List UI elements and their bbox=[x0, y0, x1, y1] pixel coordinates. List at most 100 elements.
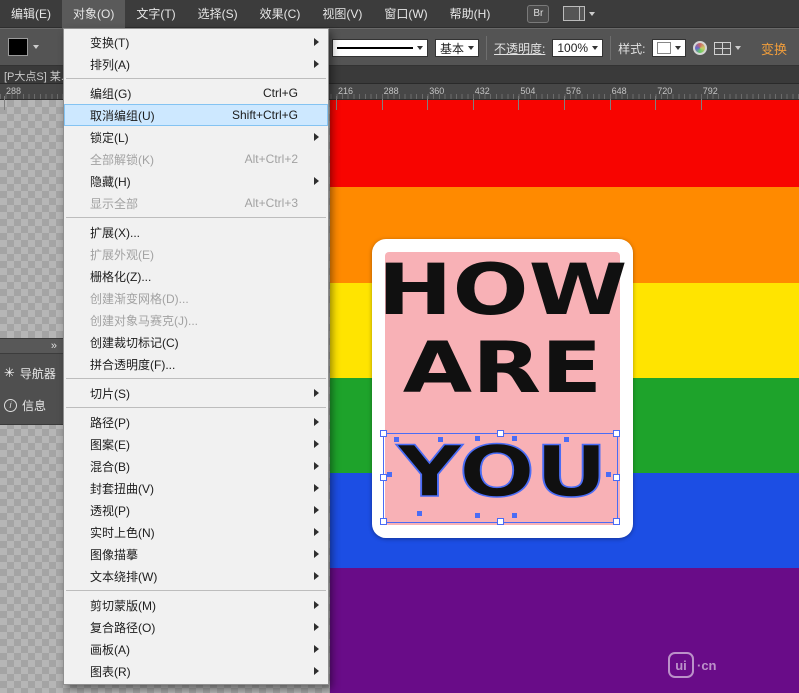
menu-item-30[interactable]: 复合路径(O) bbox=[64, 616, 328, 638]
ruler-tick-label: 576 bbox=[566, 86, 581, 96]
menubar-item-3[interactable]: 选择(S) bbox=[187, 0, 249, 28]
anchor-point[interactable] bbox=[606, 472, 611, 477]
submenu-arrow-icon bbox=[314, 601, 319, 609]
submenu-arrow-icon bbox=[314, 38, 319, 46]
artboard-canvas[interactable]: HOW ARE YOU ui ·cn bbox=[330, 100, 799, 693]
selection-handle[interactable] bbox=[497, 430, 504, 437]
menu-item-label: 混合(B) bbox=[90, 458, 130, 475]
menubar-item-0[interactable]: 编辑(E) bbox=[0, 0, 62, 28]
menu-item-6: 全部解锁(K)Alt+Ctrl+2 bbox=[64, 148, 328, 170]
anchor-point[interactable] bbox=[564, 437, 569, 442]
fill-color-swatch[interactable] bbox=[8, 38, 28, 56]
dock-panel-info[interactable]: i信息 bbox=[0, 392, 63, 418]
workspace-layout-icon bbox=[563, 6, 585, 21]
menu-item-20[interactable]: 路径(P) bbox=[64, 411, 328, 433]
menu-item-13: 创建渐变网格(D)... bbox=[64, 287, 328, 309]
anchor-point[interactable] bbox=[512, 513, 517, 518]
anchor-point[interactable] bbox=[387, 472, 392, 477]
brush-definition-dropdown[interactable]: 基本 bbox=[435, 39, 479, 57]
graphic-style-dropdown[interactable] bbox=[652, 39, 686, 57]
opacity-dropdown[interactable]: 100% bbox=[552, 39, 603, 57]
menu-item-label: 画板(A) bbox=[90, 641, 130, 658]
menubar-item-1[interactable]: 对象(O) bbox=[62, 0, 125, 28]
menu-item-15[interactable]: 创建裁切标记(C) bbox=[64, 331, 328, 353]
ruler-tick-label: 720 bbox=[657, 86, 672, 96]
fill-color-control[interactable] bbox=[8, 38, 39, 56]
menu-item-31[interactable]: 画板(A) bbox=[64, 638, 328, 660]
selection-handle[interactable] bbox=[613, 518, 620, 525]
menu-item-24[interactable]: 透视(P) bbox=[64, 499, 328, 521]
menu-item-7[interactable]: 隐藏(H) bbox=[64, 170, 328, 192]
menu-item-label: 封套扭曲(V) bbox=[90, 480, 154, 497]
anchor-point[interactable] bbox=[394, 437, 399, 442]
selection-handle[interactable] bbox=[380, 430, 387, 437]
bridge-icon[interactable]: Br bbox=[527, 5, 549, 23]
menu-item-5[interactable]: 锁定(L) bbox=[64, 126, 328, 148]
menu-bar: 编辑(E)对象(O)文字(T)选择(S)效果(C)视图(V)窗口(W)帮助(H)… bbox=[0, 0, 799, 28]
menu-item-10[interactable]: 扩展(X)... bbox=[64, 221, 328, 243]
stroke-weight-dropdown[interactable] bbox=[332, 39, 428, 57]
selection-bounding-box[interactable] bbox=[383, 433, 618, 523]
anchor-point[interactable] bbox=[438, 437, 443, 442]
menu-item-label: 取消编组(U) bbox=[90, 107, 155, 124]
submenu-arrow-icon bbox=[314, 623, 319, 631]
ruler-tick-label: 792 bbox=[703, 86, 718, 96]
menubar-item-4[interactable]: 效果(C) bbox=[249, 0, 312, 28]
ruler-tick-label: 216 bbox=[338, 86, 353, 96]
menu-item-4[interactable]: 取消编组(U) Shift+Ctrl+G bbox=[64, 104, 328, 126]
menu-item-label: 创建渐变网格(D)... bbox=[90, 290, 189, 307]
dock-panel-navigator[interactable]: ✳导航器 bbox=[0, 360, 63, 386]
menubar-item-5[interactable]: 视图(V) bbox=[311, 0, 373, 28]
selection-handle[interactable] bbox=[380, 518, 387, 525]
menubar-item-6[interactable]: 窗口(W) bbox=[373, 0, 438, 28]
chevron-down-icon bbox=[468, 46, 474, 50]
menu-item-32[interactable]: 图表(R) bbox=[64, 660, 328, 682]
anchor-point[interactable] bbox=[512, 436, 517, 441]
anchor-point[interactable] bbox=[475, 513, 480, 518]
workspace-switcher[interactable] bbox=[563, 6, 595, 21]
menu-item-29[interactable]: 剪切蒙版(M) bbox=[64, 594, 328, 616]
artwork-text-are[interactable]: ARE bbox=[352, 330, 653, 406]
menu-item-26[interactable]: 图像描摹 bbox=[64, 543, 328, 565]
selection-handle[interactable] bbox=[613, 430, 620, 437]
recolor-artwork-icon[interactable] bbox=[693, 41, 707, 55]
menu-item-label: 排列(A) bbox=[90, 56, 130, 73]
transform-panel-link[interactable]: 变换 bbox=[761, 29, 787, 67]
menu-item-25[interactable]: 实时上色(N) bbox=[64, 521, 328, 543]
submenu-arrow-icon bbox=[314, 484, 319, 492]
anchor-point[interactable] bbox=[475, 436, 480, 441]
opacity-link[interactable]: 不透明度: bbox=[494, 40, 545, 57]
align-options[interactable] bbox=[714, 42, 741, 55]
menu-item-8: 显示全部Alt+Ctrl+3 bbox=[64, 192, 328, 214]
menu-item-21[interactable]: 图案(E) bbox=[64, 433, 328, 455]
menu-item-label: 复合路径(O) bbox=[90, 619, 155, 636]
submenu-arrow-icon bbox=[314, 462, 319, 470]
submenu-arrow-icon bbox=[314, 418, 319, 426]
selection-handle[interactable] bbox=[613, 474, 620, 481]
menu-item-12[interactable]: 栅格化(Z)... bbox=[64, 265, 328, 287]
ruler-tick-label: 648 bbox=[612, 86, 627, 96]
menubar-item-7[interactable]: 帮助(H) bbox=[439, 0, 502, 28]
menu-item-shortcut: Shift+Ctrl+G bbox=[232, 108, 298, 122]
info-icon: i bbox=[4, 399, 17, 412]
menubar-item-2[interactable]: 文字(T) bbox=[125, 0, 186, 28]
menu-item-27[interactable]: 文本绕排(W) bbox=[64, 565, 328, 587]
menu-item-label: 图案(E) bbox=[90, 436, 130, 453]
menu-item-label: 创建对象马赛克(J)... bbox=[90, 312, 198, 329]
menu-item-3[interactable]: 编组(G)Ctrl+G bbox=[64, 82, 328, 104]
style-label: 样式: bbox=[618, 40, 645, 57]
menu-item-18[interactable]: 切片(S) bbox=[64, 382, 328, 404]
menu-item-0[interactable]: 变换(T) bbox=[64, 31, 328, 53]
menu-item-16[interactable]: 拼合透明度(F)... bbox=[64, 353, 328, 375]
illustrator-window: HOW ARE YOU ui ·cn » ✳导航器i信息 编辑(E)对象(O)文… bbox=[0, 0, 799, 693]
document-tab[interactable]: [P大点S] 某... bbox=[4, 68, 70, 84]
menu-item-1[interactable]: 排列(A) bbox=[64, 53, 328, 75]
anchor-point[interactable] bbox=[417, 511, 422, 516]
selection-handle[interactable] bbox=[497, 518, 504, 525]
artwork-text-how[interactable]: HOW bbox=[352, 252, 653, 328]
menu-item-23[interactable]: 封套扭曲(V) bbox=[64, 477, 328, 499]
menu-item-label: 图表(R) bbox=[90, 663, 131, 680]
dock-expand-button[interactable]: » bbox=[0, 339, 63, 354]
stroke-preview-icon bbox=[337, 47, 413, 49]
menu-item-22[interactable]: 混合(B) bbox=[64, 455, 328, 477]
